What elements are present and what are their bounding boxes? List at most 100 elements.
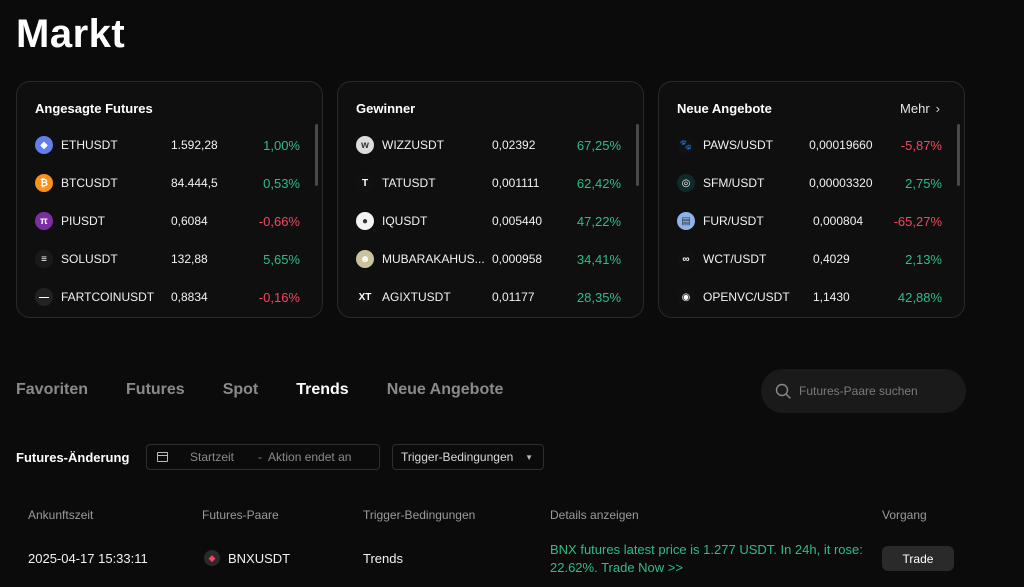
change-value: 67,25% bbox=[576, 137, 621, 153]
openvc-icon: ◉ bbox=[677, 288, 695, 306]
price-value: 0,00019660 bbox=[809, 138, 873, 152]
symbol-label: PIUSDT bbox=[61, 214, 106, 228]
hot-futures-card: Angesagte Futures ◆ ETHUSDT 1.592,28 1,00% ₿… bbox=[16, 81, 323, 318]
column-header-futures-pairs: Futures-Paare bbox=[202, 508, 279, 522]
market-row[interactable]: — FARTCOINUSDT 0,8834 -0,16% bbox=[35, 278, 300, 316]
select-value: Trigger-Bedingungen bbox=[401, 450, 514, 464]
card-title: Gewinner bbox=[356, 101, 416, 116]
symbol-label: TATUSDT bbox=[382, 176, 436, 190]
change-value: -0,66% bbox=[258, 213, 300, 229]
market-row[interactable]: ◎ SFM/USDT 0,00003320 2,75% bbox=[677, 164, 942, 202]
trade-button[interactable]: Trade bbox=[882, 546, 954, 571]
change-value: -65,27% bbox=[893, 213, 942, 229]
change-value: -5,87% bbox=[900, 137, 942, 153]
market-list: w WIZZUSDT 0,02392 67,25% T TATUSDT 0,001111 62… bbox=[356, 126, 621, 316]
pair-cell[interactable]: ◆ BNXUSDT bbox=[204, 550, 290, 566]
price-value: 0,000958 bbox=[492, 252, 543, 266]
btc-icon: ₿ bbox=[35, 174, 53, 192]
change-value: 2,13% bbox=[905, 251, 942, 267]
price-value: 0,02392 bbox=[492, 138, 536, 152]
page-title: Markt bbox=[16, 12, 126, 56]
tab-new-listings[interactable]: Neue Angebote bbox=[387, 381, 504, 399]
sfm-icon: ◎ bbox=[677, 174, 695, 192]
more-link[interactable]: Mehr › bbox=[900, 101, 940, 116]
market-row[interactable]: XT AGIXTUSDT 0,01177 28,35% bbox=[356, 278, 621, 316]
details-link[interactable]: BNX futures latest price is 1.277 USDT. … bbox=[550, 541, 870, 577]
range-separator: - bbox=[258, 450, 263, 464]
column-header-action: Vorgang bbox=[882, 508, 927, 522]
change-value: 2,75% bbox=[905, 175, 942, 191]
symbol-label: BTCUSDT bbox=[61, 176, 118, 190]
market-row[interactable]: π PIUSDT 0,6084 -0,66% bbox=[35, 202, 300, 240]
symbol-label: AGIXTUSDT bbox=[382, 290, 451, 304]
agix-icon: XT bbox=[356, 288, 374, 306]
card-title: Neue Angebote bbox=[677, 101, 772, 116]
price-value: 84.444,5 bbox=[171, 176, 218, 190]
market-row[interactable]: T TATUSDT 0,001111 62,42% bbox=[356, 164, 621, 202]
market-row[interactable]: ∞ WCT/USDT 0,4029 2,13% bbox=[677, 240, 942, 278]
change-value: 34,41% bbox=[576, 251, 621, 267]
market-row[interactable]: ≡ SOLUSDT 132,88 5,65% bbox=[35, 240, 300, 278]
change-value: 28,35% bbox=[576, 289, 621, 305]
caret-down-icon: ▼ bbox=[525, 452, 533, 462]
mubarak-icon: ☻ bbox=[356, 250, 374, 268]
price-value: 0,8834 bbox=[171, 290, 208, 304]
column-header-details: Details anzeigen bbox=[550, 508, 639, 522]
chevron-right-icon: › bbox=[935, 101, 940, 116]
price-value: 0,005440 bbox=[492, 214, 543, 228]
search-input[interactable] bbox=[799, 384, 949, 398]
tab-spot[interactable]: Spot bbox=[223, 381, 259, 399]
change-value: 0,53% bbox=[263, 175, 300, 191]
end-time-field[interactable]: Aktion endet an bbox=[268, 450, 351, 464]
change-value: -0,16% bbox=[258, 289, 300, 305]
symbol-label: ETHUSDT bbox=[61, 138, 118, 152]
bnx-icon: ◆ bbox=[204, 550, 220, 566]
market-row[interactable]: ● IQUSDT 0,005440 47,22% bbox=[356, 202, 621, 240]
change-value: 47,22% bbox=[576, 213, 621, 229]
scrollbar[interactable] bbox=[636, 124, 639, 186]
tab-trends[interactable]: Trends bbox=[296, 381, 348, 399]
scrollbar[interactable] bbox=[315, 124, 318, 186]
tab-favorites[interactable]: Favoriten bbox=[16, 381, 88, 399]
market-row[interactable]: ₿ BTCUSDT 84.444,5 0,53% bbox=[35, 164, 300, 202]
price-value: 0,01177 bbox=[492, 290, 535, 304]
market-row[interactable]: w WIZZUSDT 0,02392 67,25% bbox=[356, 126, 621, 164]
symbol-label: SOLUSDT bbox=[61, 252, 118, 266]
new-listings-card: Neue Angebote Mehr › 🐾 PAWS/USDT 0,0001966… bbox=[658, 81, 965, 318]
market-row[interactable]: ◉ OPENVC/USDT 1,1430 42,88% bbox=[677, 278, 942, 316]
tab-futures[interactable]: Futures bbox=[126, 381, 185, 399]
price-value: 0,001111 bbox=[492, 176, 540, 190]
market-list: ◆ ETHUSDT 1.592,28 1,00% ₿ BTCUSDT 84.444,5 0,5… bbox=[35, 126, 300, 316]
futures-change-label: Futures-Änderung bbox=[16, 450, 130, 465]
more-label: Mehr bbox=[900, 101, 930, 116]
pair-label: BNXUSDT bbox=[228, 550, 291, 566]
symbol-label: WIZZUSDT bbox=[382, 138, 444, 152]
pi-icon: π bbox=[35, 212, 53, 230]
market-list: 🐾 PAWS/USDT 0,00019660 -5,87% ◎ SFM/USDT 0,000… bbox=[677, 126, 942, 316]
date-range-picker[interactable]: Startzeit - Aktion endet an bbox=[146, 444, 380, 470]
scrollbar[interactable] bbox=[957, 124, 960, 186]
paws-icon: 🐾 bbox=[677, 136, 695, 154]
trigger-cell: Trends bbox=[363, 551, 403, 566]
price-value: 1.592,28 bbox=[171, 138, 218, 152]
search-box[interactable] bbox=[761, 369, 966, 413]
market-row[interactable]: ☻ MUBARAKAHUS... 0,000958 34,41% bbox=[356, 240, 621, 278]
market-row[interactable]: ▤ FUR/USDT 0,000804 -65,27% bbox=[677, 202, 942, 240]
price-value: 0,4029 bbox=[813, 252, 850, 266]
price-value: 1,1430 bbox=[813, 290, 850, 304]
price-value: 0,6084 bbox=[171, 214, 208, 228]
market-row[interactable]: 🐾 PAWS/USDT 0,00019660 -5,87% bbox=[677, 126, 942, 164]
trigger-conditions-select[interactable]: Trigger-Bedingungen ▼ bbox=[392, 444, 544, 470]
market-row[interactable]: ◆ ETHUSDT 1.592,28 1,00% bbox=[35, 126, 300, 164]
symbol-label: FARTCOINUSDT bbox=[61, 290, 155, 304]
symbol-label: OPENVC/USDT bbox=[703, 290, 790, 304]
change-value: 42,88% bbox=[897, 289, 942, 305]
card-title: Angesagte Futures bbox=[35, 101, 153, 116]
change-value: 1,00% bbox=[263, 137, 300, 153]
fur-icon: ▤ bbox=[677, 212, 695, 230]
symbol-label: SFM/USDT bbox=[703, 176, 765, 190]
search-icon bbox=[775, 383, 791, 399]
start-time-field[interactable]: Startzeit bbox=[190, 450, 234, 464]
calendar-icon bbox=[157, 452, 168, 462]
wizz-icon: w bbox=[356, 136, 374, 154]
